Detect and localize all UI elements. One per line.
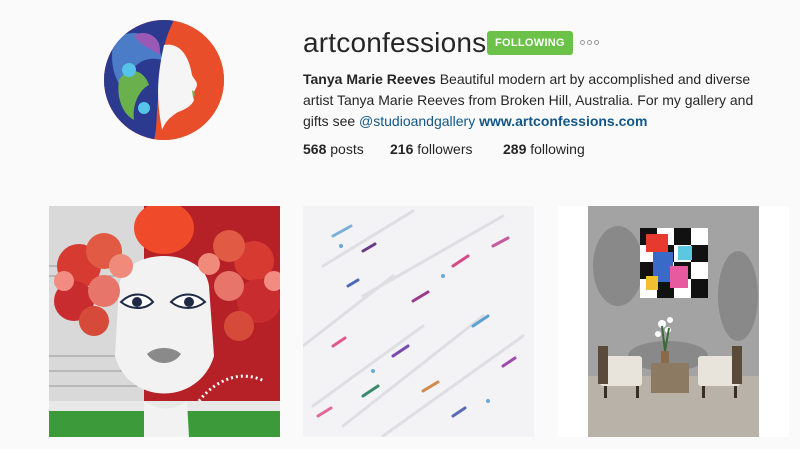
following-label: following	[526, 141, 585, 157]
gallery-room-photo	[558, 206, 789, 437]
dot-icon	[594, 39, 599, 45]
profile-bio: Tanya Marie Reeves Beautiful modern art …	[303, 69, 763, 132]
dot-icon	[580, 39, 585, 45]
profile-stats: 568 posts 216 followers 289 following	[303, 140, 623, 158]
post-thumbnail[interactable]	[49, 206, 280, 437]
followers-label: followers	[413, 141, 473, 157]
following-number: 289	[503, 141, 527, 157]
posts-count: 568 posts	[303, 140, 390, 158]
followers-number: 216	[390, 141, 414, 157]
followers-count[interactable]: 216 followers	[390, 140, 503, 158]
following-count[interactable]: 289 following	[503, 140, 623, 158]
posts-number: 568	[303, 141, 327, 157]
more-options-icon[interactable]	[580, 36, 602, 48]
profile-username: artconfessions	[303, 27, 487, 58]
posts-label: posts	[326, 141, 364, 157]
white-abstract-splatter-painting	[303, 206, 534, 437]
bio-website-link[interactable]: www.artconfessions.com	[479, 113, 647, 129]
dot-icon	[587, 39, 592, 45]
artwork-avatar-icon	[104, 20, 224, 140]
bio-full-name: Tanya Marie Reeves	[303, 71, 436, 87]
following-button[interactable]: FOLLOWING	[487, 31, 573, 55]
post-thumbnail[interactable]	[558, 206, 789, 437]
bio-mention-link[interactable]: @studioandgallery	[359, 113, 475, 129]
post-thumbnail[interactable]	[303, 206, 534, 437]
profile-avatar[interactable]	[104, 20, 224, 140]
red-hair-woman-painting	[49, 206, 280, 437]
